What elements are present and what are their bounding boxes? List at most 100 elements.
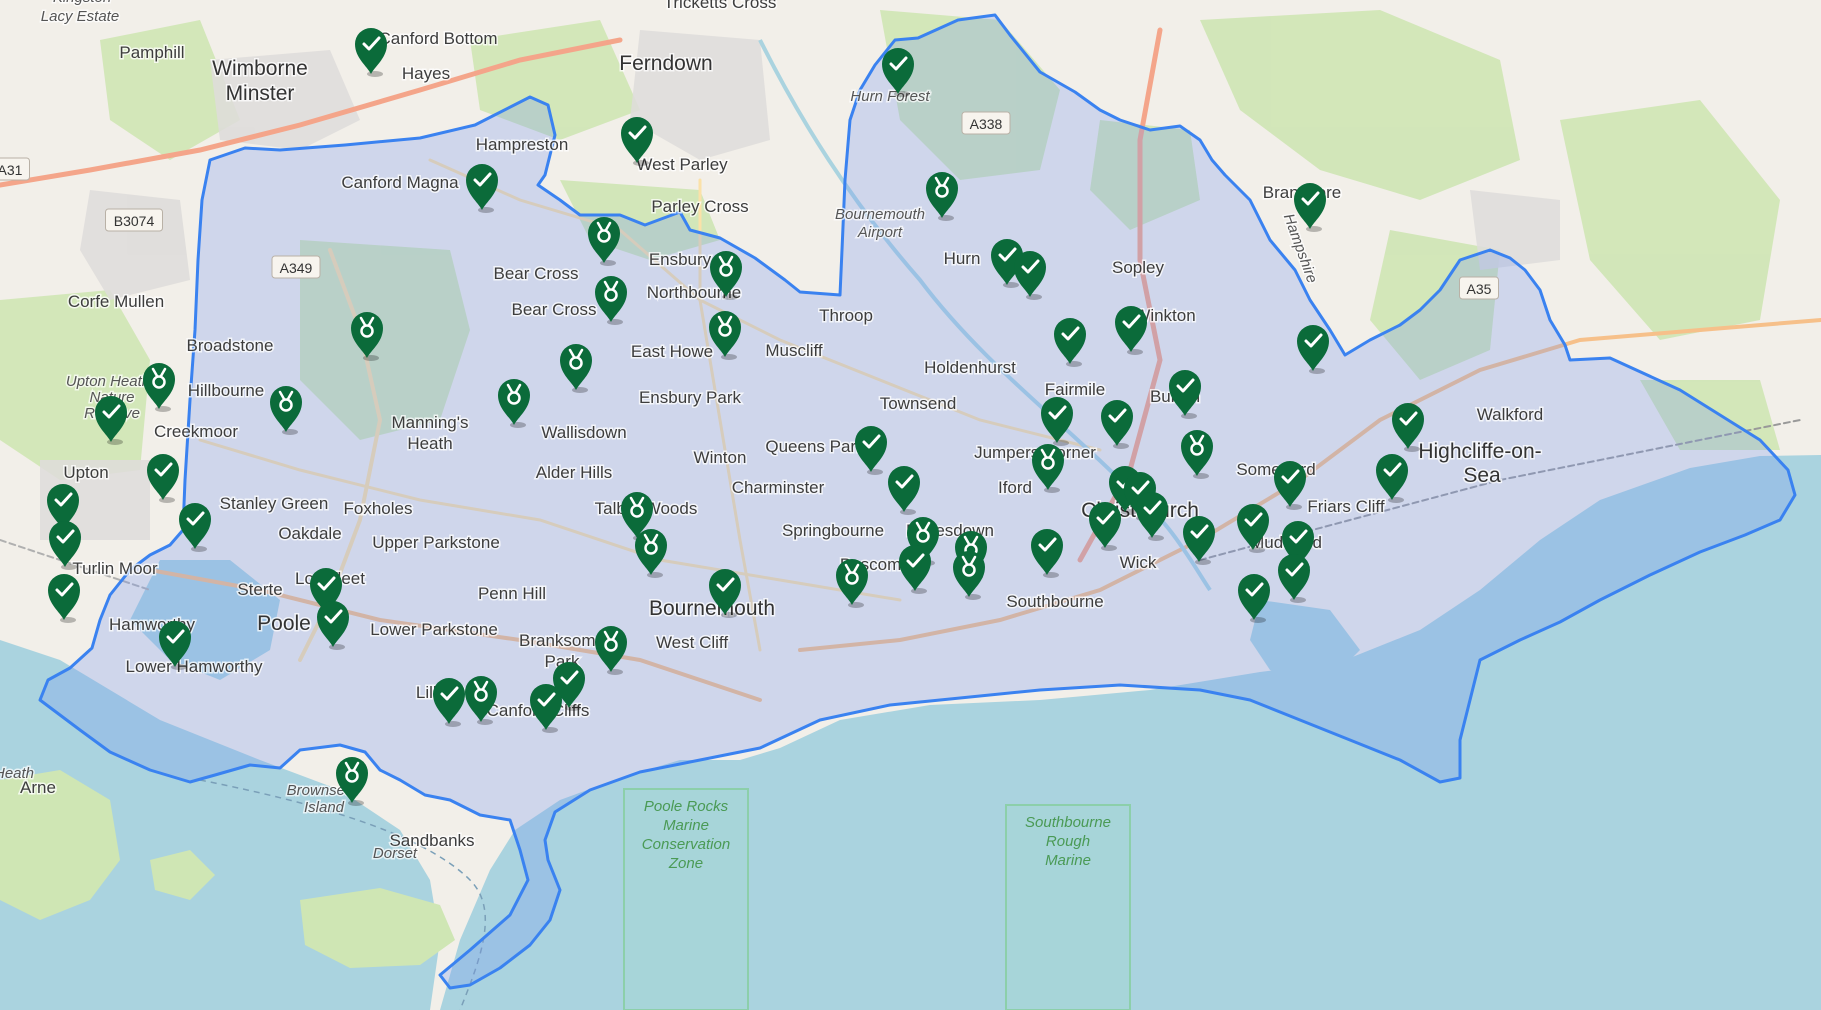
place-label: Upton [63,463,108,482]
road-shield: A31 [0,157,30,181]
marker-shadow [1193,473,1209,479]
place-label: Sopley [1112,258,1164,277]
marker-shadow [329,644,345,650]
place-label: Winton [694,448,747,467]
place-label: Southbourne [1006,592,1103,611]
marker-shadow [965,594,981,600]
place-label: Manning's [392,413,469,432]
marine-zone-label: Conservation [642,836,730,853]
marker-shadow [894,91,910,97]
feature-label: Hurn Forest [850,88,930,105]
place-label: East Howe [631,342,713,361]
road-shield: B3074 [105,208,163,232]
feature-label: Airport [857,224,903,241]
marker-shadow [1043,572,1059,578]
place-label: Hillbourne [188,381,265,400]
place-label: Wallisdown [541,423,626,442]
marker-shadow [721,612,737,618]
marine-zone-label: Poole Rocks [644,798,729,815]
place-label: Charminster [732,478,825,497]
marker-shadow [722,294,738,300]
place-label: Heath [407,434,452,453]
marker-shadow [107,439,123,445]
marker-shadow [1003,282,1019,288]
place-label: Lower Hamworthy [126,657,263,676]
town-label: Poole [257,612,311,635]
marker-shadow [477,719,493,725]
road-ref: B3074 [114,213,155,229]
place-label: Hayes [402,64,450,83]
marker-shadow [1066,361,1082,367]
place-label: Pamphill [119,43,184,62]
marker-shadow [633,160,649,166]
marker-shadow [938,215,954,221]
marker-shadow [1127,349,1143,355]
marker-shadow [1404,446,1420,452]
marker-shadow [911,588,927,594]
marker-shadow [367,71,383,77]
place-label: Ensbury [649,250,712,269]
marine-zone-label: Southbourne [1025,814,1111,831]
marker-shadow [510,422,526,428]
road-shield: A349 [271,255,321,279]
marker-shadow [607,319,623,325]
place-label: Alder Hills [536,463,613,482]
place-label: Creekmoor [154,422,238,441]
marker-shadow [155,406,171,412]
place-label: Muscliff [765,341,823,360]
map-view[interactable]: A31 B3074 A349 A338 A35 Wimborne Minster Fernd… [0,0,1821,1010]
place-label: Stanley Green [220,494,329,513]
place-label: Walkford [1477,405,1543,424]
marker-shadow [1249,547,1265,553]
place-label: Tricketts Cross [664,0,777,12]
marker-shadow [282,429,298,435]
marker-shadow [478,207,494,213]
place-label: Queens Park [765,437,865,456]
marine-zone-label: Marine [663,817,709,834]
place-label: Bear Cross [511,300,596,319]
marker-shadow [607,669,623,675]
place-label: Friars Cliff [1307,497,1384,516]
place-label: Fairmile [1045,380,1105,399]
marker-shadow [348,800,364,806]
feature-label: Island [304,799,345,816]
marine-zone-label: Rough [1046,833,1090,850]
marine-zone: Southbourne Rough Marine [1005,804,1131,1010]
town-label: Minster [226,82,295,105]
marine-zone-label: Zone [668,855,703,872]
marker-shadow [1113,443,1129,449]
marker-shadow [1250,617,1266,623]
place-label: Sterte [237,580,282,599]
map-canvas[interactable]: A31 B3074 A349 A338 A35 WimborneMinster Fernd… [0,0,1821,1010]
marker-shadow [61,564,77,570]
place-label: Oakdale [278,524,341,543]
place-label: Hampreston [476,135,569,154]
marker-shadow [1388,497,1404,503]
boundary-label: Dorset [373,845,418,862]
feature-label: Bournemouth [835,206,925,223]
marker-shadow [363,355,379,361]
marker-shadow [1148,535,1164,541]
road-ref: A338 [970,116,1003,132]
marker-shadow [191,546,207,552]
place-label: Canford Magna [341,173,459,192]
place-label: Corfe Mullen [68,292,164,311]
marker-shadow [647,572,663,578]
place-label: Turlin Moor [72,559,158,578]
town-label: Sea [1463,464,1501,487]
place-label: Holdenhurst [924,358,1016,377]
place-label: Ensbury Park [639,388,742,407]
marker-shadow [600,260,616,266]
marker-shadow [1044,487,1060,493]
marine-zone-label: Marine [1045,852,1091,869]
feature-label: Lacy Estate [41,8,119,25]
place-label: Branksome [519,631,605,650]
marker-shadow [171,664,187,670]
marker-shadow [1290,597,1306,603]
place-label: West Parley [636,155,728,174]
place-label: Lower Parkstone [370,620,498,639]
place-label: Throop [819,306,873,325]
marine-zone-labels: Poole Rocks Marine Conservation Zone Southbo… [623,788,1131,1010]
marker-shadow [572,387,588,393]
feature-label: Upton Heath [66,373,150,390]
